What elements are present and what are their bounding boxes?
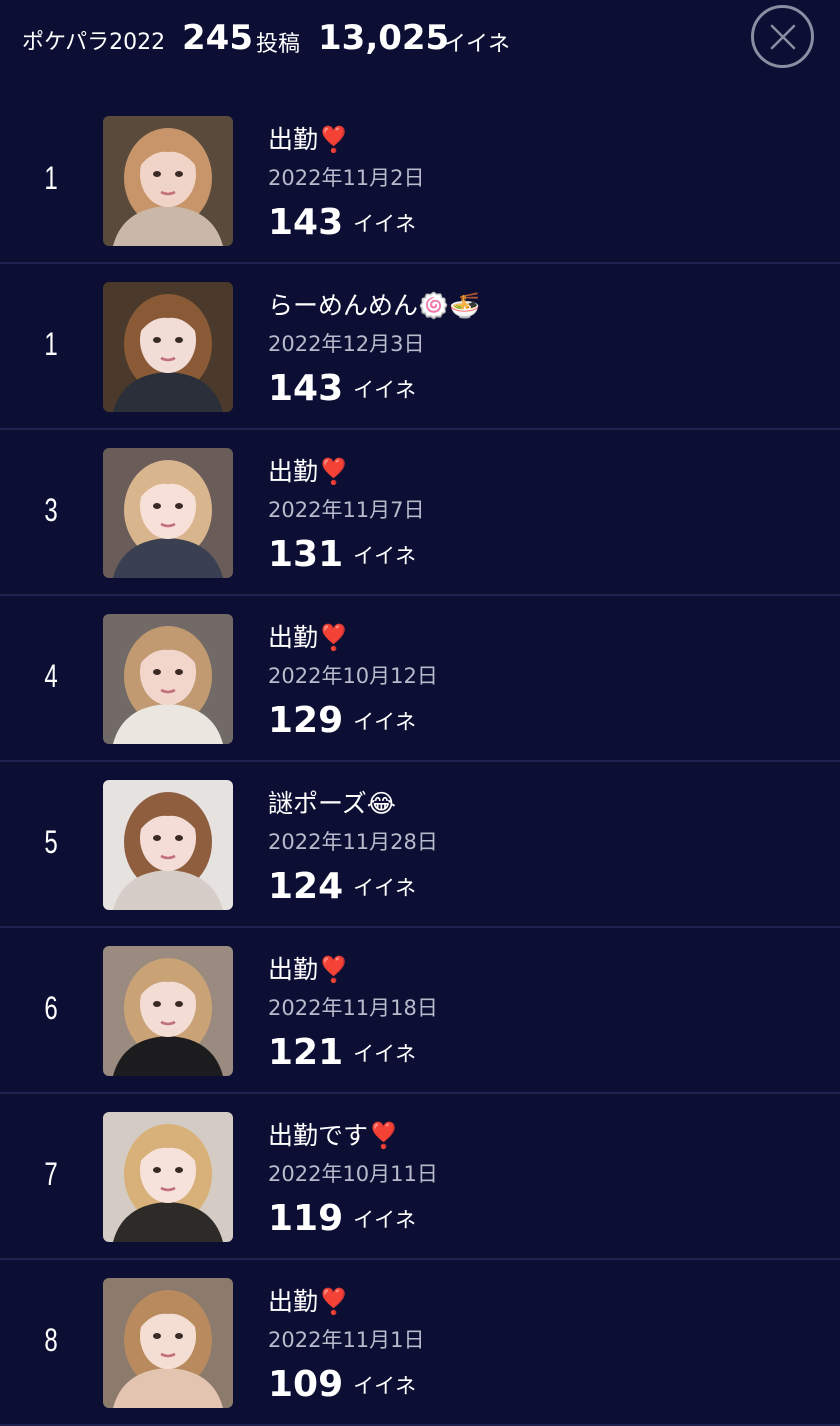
post-date: 2022年11月28日	[268, 830, 438, 854]
post-likes: 131 イイネ	[268, 534, 416, 575]
post-title: 出勤❣️	[268, 125, 350, 154]
post-date: 2022年11月2日	[268, 166, 425, 190]
post-thumbnail[interactable]	[103, 282, 233, 412]
post-title: 謎ポーズ😂	[268, 789, 396, 818]
posts-label: 投稿	[256, 32, 301, 57]
post-date: 2022年12月3日	[268, 332, 425, 356]
post-thumbnail[interactable]	[103, 448, 233, 578]
ranking-row[interactable]: 1 らーめんめん🍥🍜 2022年12月3日 143 イイネ	[0, 264, 840, 430]
ranking-row[interactable]: 6 出勤❣️ 2022年11月18日 121 イイネ	[0, 928, 840, 1094]
ranking-row[interactable]: 1 出勤❣️ 2022年11月2日 143 イイネ	[0, 98, 840, 264]
post-title: 出勤❣️	[268, 623, 350, 652]
post-thumbnail[interactable]	[103, 780, 233, 910]
likes-total: 13,025	[318, 18, 450, 58]
likes-count: 143	[268, 202, 344, 243]
ranking-list: 1 出勤❣️ 2022年11月2日 143 イイネ 1 らーめんめん🍥🍜 2022…	[0, 98, 840, 1426]
ranking-row[interactable]: 5 謎ポーズ😂 2022年11月28日 124 イイネ	[0, 762, 840, 928]
post-photo	[103, 282, 233, 412]
rank-number: 1	[44, 160, 58, 196]
posts-count: 245	[182, 18, 253, 58]
post-title: 出勤❣️	[268, 457, 350, 486]
post-thumbnail[interactable]	[103, 1112, 233, 1242]
post-photo	[103, 780, 233, 910]
post-photo	[103, 1278, 233, 1408]
post-likes: 119 イイネ	[268, 1198, 416, 1239]
post-likes: 143 イイネ	[268, 202, 416, 243]
page-title: ポケパラ2022	[22, 30, 166, 55]
post-photo	[103, 116, 233, 246]
ranking-row[interactable]: 4 出勤❣️ 2022年10月12日 129 イイネ	[0, 596, 840, 762]
post-photo	[103, 614, 233, 744]
close-icon	[770, 24, 795, 49]
ranking-row[interactable]: 7 出勤です❣️ 2022年10月11日 119 イイネ	[0, 1094, 840, 1260]
likes-unit: イイネ	[353, 709, 417, 734]
post-photo	[103, 1112, 233, 1242]
post-likes: 121 イイネ	[268, 1032, 416, 1073]
likes-count: 121	[268, 1032, 344, 1073]
post-title: 出勤❣️	[268, 955, 350, 984]
likes-count: 129	[268, 700, 344, 741]
post-date: 2022年11月1日	[268, 1328, 425, 1352]
likes-count: 119	[268, 1198, 344, 1239]
post-photo	[103, 946, 233, 1076]
likes-unit: イイネ	[353, 1041, 417, 1066]
header: ポケパラ2022 245 投稿 13,025 イイネ	[0, 0, 840, 80]
rank-number: 7	[44, 1156, 58, 1192]
likes-unit: イイネ	[353, 211, 417, 236]
post-thumbnail[interactable]	[103, 116, 233, 246]
post-thumbnail[interactable]	[103, 614, 233, 744]
post-date: 2022年10月11日	[268, 1162, 438, 1186]
post-date: 2022年10月12日	[268, 664, 438, 688]
post-date: 2022年11月7日	[268, 498, 425, 522]
likes-count: 124	[268, 866, 344, 907]
close-button[interactable]	[751, 5, 814, 68]
likes-unit: イイネ	[353, 543, 417, 568]
ranking-row[interactable]: 3 出勤❣️ 2022年11月7日 131 イイネ	[0, 430, 840, 596]
post-title: 出勤❣️	[268, 1287, 350, 1316]
likes-count: 109	[268, 1364, 344, 1405]
rank-number: 3	[44, 492, 58, 528]
post-title: らーめんめん🍥🍜	[268, 291, 481, 320]
likes-unit: イイネ	[353, 377, 417, 402]
post-photo	[103, 448, 233, 578]
post-likes: 143 イイネ	[268, 368, 416, 409]
rank-number: 5	[44, 824, 58, 860]
post-likes: 109 イイネ	[268, 1364, 416, 1405]
ranking-row[interactable]: 8 出勤❣️ 2022年11月1日 109 イイネ	[0, 1260, 840, 1426]
post-likes: 124 イイネ	[268, 866, 416, 907]
post-likes: 129 イイネ	[268, 700, 416, 741]
post-thumbnail[interactable]	[103, 946, 233, 1076]
rank-number: 1	[44, 326, 58, 362]
likes-unit: イイネ	[353, 875, 417, 900]
likes-unit: イイネ	[353, 1373, 417, 1398]
likes-count: 131	[268, 534, 344, 575]
likes-count: 143	[268, 368, 344, 409]
post-thumbnail[interactable]	[103, 1278, 233, 1408]
post-date: 2022年11月18日	[268, 996, 438, 1020]
likes-total-label: イイネ	[444, 32, 511, 57]
rank-number: 4	[44, 658, 58, 694]
post-title: 出勤です❣️	[268, 1121, 400, 1150]
rank-number: 8	[44, 1322, 58, 1358]
rank-number: 6	[44, 990, 58, 1026]
likes-unit: イイネ	[353, 1207, 417, 1232]
